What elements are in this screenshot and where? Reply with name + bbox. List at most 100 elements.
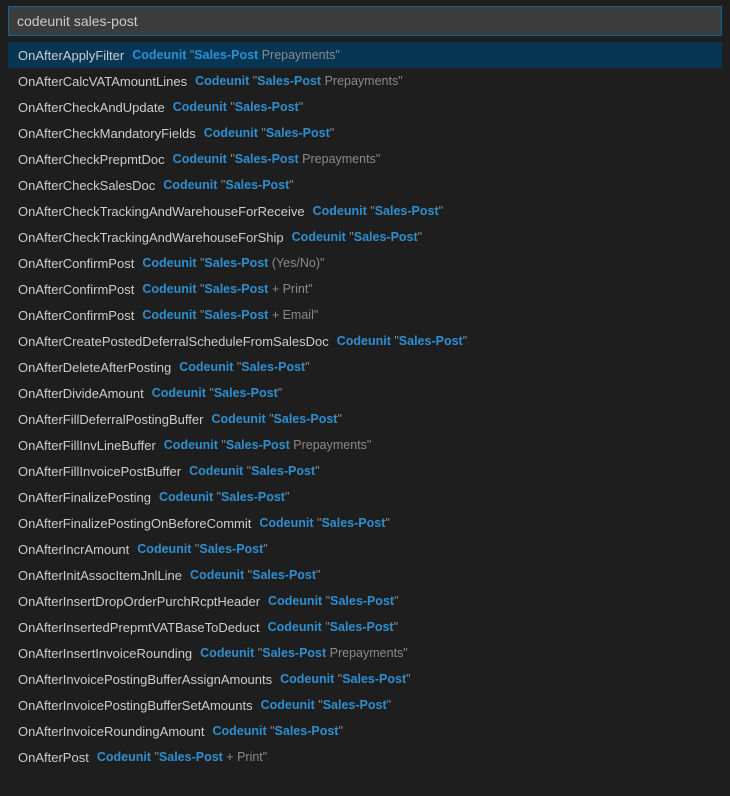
event-source: Codeunit "Sales-Post" (292, 230, 422, 244)
event-source: Codeunit "Sales-Post" (268, 594, 398, 608)
result-item[interactable]: OnAfterCheckTrackingAndWarehouseForRecei… (8, 198, 722, 224)
result-item[interactable]: OnAfterDivideAmountCodeunit "Sales-Post" (8, 380, 722, 406)
quick-open-panel: OnAfterApplyFilterCodeunit "Sales-Post P… (0, 0, 730, 776)
result-item[interactable]: OnAfterCheckAndUpdate Codeunit "Sales-Pos… (8, 94, 722, 120)
module-name: Sales-Post (262, 646, 326, 660)
module-suffix: (Yes/No) (268, 256, 320, 270)
event-name: OnAfterInsertDropOrderPurchRcptHeader (18, 594, 260, 609)
result-item[interactable]: OnAfterCheckPrepmtDocCodeunit "Sales-Pos… (8, 146, 722, 172)
codeunit-label: Codeunit (268, 620, 322, 634)
result-item[interactable]: OnAfterInsertedPrepmtVATBaseToDeductCode… (8, 614, 722, 640)
event-name: OnAfterFillDeferralPostingBuffer (18, 412, 203, 427)
module-name: Sales-Post (266, 126, 330, 140)
result-item[interactable]: OnAfterInvoicePostingBufferAssignAmounts… (8, 666, 722, 692)
module-name: Sales-Post (251, 464, 315, 478)
module-name: Sales-Post (275, 724, 339, 738)
result-item[interactable]: OnAfterFillInvLineBufferCodeunit "Sales-… (8, 432, 722, 458)
result-item[interactable]: OnAfterInitAssocItemJnlLineCodeunit "Sal… (8, 562, 722, 588)
module-name: Sales-Post (204, 256, 268, 270)
event-name: OnAfterInsertInvoiceRounding (18, 646, 192, 661)
event-source: Codeunit "Sales-Post Prepayments" (195, 74, 403, 88)
event-name: OnAfterCheckAndUpdate (18, 100, 165, 115)
codeunit-label: Codeunit (163, 178, 217, 192)
module-name: Sales-Post (204, 282, 268, 296)
codeunit-label: Codeunit (259, 516, 313, 530)
module-suffix: Prepayments (326, 646, 403, 660)
quote-open: " (346, 230, 354, 244)
quote-open: " (249, 74, 257, 88)
quote-close: " (387, 698, 391, 712)
result-item[interactable]: OnAfterInvoicePostingBufferSetAmountsCod… (8, 692, 722, 718)
event-source: Codeunit "Sales-Post" (313, 204, 443, 218)
result-item[interactable]: OnAfterFinalizePostingOnBeforeCommitCode… (8, 510, 722, 536)
quote-close: " (394, 620, 398, 634)
event-source: Codeunit "Sales-Post Prepayments" (164, 438, 372, 452)
result-item[interactable]: OnAfterCheckMandatoryFieldsCodeunit "Sal… (8, 120, 722, 146)
search-input[interactable] (17, 13, 713, 29)
result-item[interactable]: OnAfterInsertDropOrderPurchRcptHeader Cod… (8, 588, 722, 614)
event-name: OnAfterInvoiceRoundingAmount (18, 724, 204, 739)
event-source: Codeunit "Sales-Post Prepayments" (200, 646, 408, 660)
result-item[interactable]: OnAfterCheckTrackingAndWarehouseForShipC… (8, 224, 722, 250)
codeunit-label: Codeunit (195, 74, 249, 88)
codeunit-label: Codeunit (173, 152, 227, 166)
quote-close: " (376, 152, 380, 166)
event-source: Codeunit "Sales-Post" (337, 334, 467, 348)
result-item[interactable]: OnAfterFillDeferralPostingBufferCodeunit… (8, 406, 722, 432)
codeunit-label: Codeunit (142, 256, 196, 270)
event-source: Codeunit "Sales-Post Prepayments" (132, 48, 340, 62)
quote-open: " (206, 386, 214, 400)
quote-close: " (385, 516, 389, 530)
module-suffix: + Print (223, 750, 263, 764)
quote-close: " (337, 412, 341, 426)
quote-close: " (418, 230, 422, 244)
result-item[interactable]: OnAfterConfirmPostCodeunit "Sales-Post +… (8, 276, 722, 302)
codeunit-label: Codeunit (152, 386, 206, 400)
event-source: Codeunit "Sales-Post" (173, 100, 303, 114)
module-suffix: Prepayments (290, 438, 367, 452)
codeunit-label: Codeunit (173, 100, 227, 114)
quote-close: " (299, 100, 303, 114)
result-item[interactable]: OnAfterIncrAmountCodeunit "Sales-Post" (8, 536, 722, 562)
search-wrapper (8, 6, 722, 36)
quote-close: " (439, 204, 443, 218)
quote-close: " (314, 308, 318, 322)
result-item[interactable]: OnAfterPostCodeunit "Sales-Post + Print" (8, 744, 722, 770)
result-item[interactable]: OnAfterInvoiceRoundingAmountCodeunit "Sa… (8, 718, 722, 744)
result-item[interactable]: OnAfterCalcVATAmountLinesCodeunit "Sales… (8, 68, 722, 94)
event-name: OnAfterFinalizePosting (18, 490, 151, 505)
module-name: Sales-Post (323, 698, 387, 712)
module-name: Sales-Post (354, 230, 418, 244)
event-source: Codeunit "Sales-Post Prepayments" (173, 152, 381, 166)
module-suffix: Prepayments (321, 74, 398, 88)
result-item[interactable]: OnAfterApplyFilterCodeunit "Sales-Post P… (8, 42, 722, 68)
module-name: Sales-Post (235, 152, 299, 166)
quote-open: " (315, 698, 323, 712)
result-item[interactable]: OnAfterFillInvoicePostBufferCodeunit "Sa… (8, 458, 722, 484)
module-name: Sales-Post (159, 750, 223, 764)
quote-close: " (308, 282, 312, 296)
result-item[interactable]: OnAfterConfirmPostCodeunit "Sales-Post (… (8, 250, 722, 276)
module-name: Sales-Post (214, 386, 278, 400)
event-source: Codeunit "Sales-Post" (280, 672, 410, 686)
quote-close: " (406, 672, 410, 686)
result-item[interactable]: OnAfterConfirmPostCodeunit "Sales-Post +… (8, 302, 722, 328)
quote-close: " (403, 646, 407, 660)
event-source: Codeunit "Sales-Post" (268, 620, 398, 634)
event-source: Codeunit "Sales-Post (Yes/No)" (142, 256, 324, 270)
codeunit-label: Codeunit (164, 438, 218, 452)
result-item[interactable]: OnAfterInsertInvoiceRoundingCodeunit "Sa… (8, 640, 722, 666)
event-name: OnAfterCheckSalesDoc (18, 178, 155, 193)
event-source: Codeunit "Sales-Post" (137, 542, 267, 556)
result-item[interactable]: OnAfterCreatePostedDeferralScheduleFromS… (8, 328, 722, 354)
module-name: Sales-Post (330, 594, 394, 608)
module-name: Sales-Post (221, 490, 285, 504)
result-item[interactable]: OnAfterCheckSalesDocCodeunit "Sales-Post… (8, 172, 722, 198)
result-item[interactable]: OnAfterFinalizePostingCodeunit "Sales-Po… (8, 484, 722, 510)
result-item[interactable]: OnAfterDeleteAfterPostingCodeunit "Sales… (8, 354, 722, 380)
module-name: Sales-Post (257, 74, 321, 88)
event-source: Codeunit "Sales-Post" (259, 516, 389, 530)
quote-close: " (285, 490, 289, 504)
module-name: Sales-Post (375, 204, 439, 218)
quote-open: " (322, 594, 330, 608)
